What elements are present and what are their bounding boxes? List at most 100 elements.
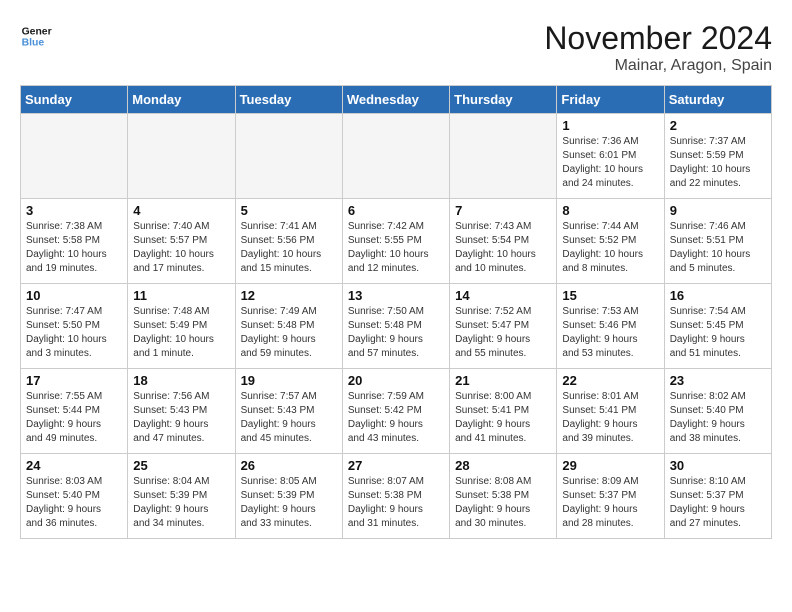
calendar-cell [128,114,235,199]
day-number: 4 [133,203,229,218]
calendar-cell: 22 Sunrise: 8:01 AM Sunset: 5:41 PM Dayli… [557,369,664,454]
calendar-cell: 16Sunrise: 7:54 AM Sunset: 5:45 PM Dayli… [664,284,771,369]
calendar-cell: 21Sunrise: 8:00 AM Sunset: 5:41 PM Dayli… [450,369,557,454]
day-info: Sunrise: 7:40 AM Sunset: 5:57 PM Dayligh… [133,220,229,276]
day-number: 17 [26,373,122,388]
calendar-cell: 13Sunrise: 7:50 AM Sunset: 5:48 PM Dayli… [342,284,449,369]
week-row-5: 24 Sunrise: 8:03 AM Sunset: 5:40 PM Dayli… [21,454,772,539]
calendar-cell [21,114,128,199]
calendar-cell [342,114,449,199]
day-number: 5 [241,203,337,218]
calendar-cell: 30 Sunrise: 8:10 AM Sunset: 5:37 PM Dayli… [664,454,771,539]
day-info: Sunrise: 8:05 AM Sunset: 5:39 PM Dayligh… [241,475,337,531]
day-info: Sunrise: 8:09 AM Sunset: 5:37 PM Dayligh… [562,475,658,531]
day-info: Sunrise: 8:03 AM Sunset: 5:40 PM Dayligh… [26,475,122,531]
header-row: Sunday Monday Tuesday Wednesday Thursday… [21,86,772,114]
calendar-cell: 5 Sunrise: 7:41 AM Sunset: 5:56 PM Daylig… [235,199,342,284]
week-row-1: 1 Sunrise: 7:36 AM Sunset: 6:01 PM Daylig… [21,114,772,199]
calendar-cell: 24 Sunrise: 8:03 AM Sunset: 5:40 PM Dayli… [21,454,128,539]
day-info: Sunrise: 7:59 AM Sunset: 5:42 PM Dayligh… [348,390,444,446]
day-number: 25 [133,458,229,473]
calendar-subtitle: Mainar, Aragon, Spain [544,57,772,75]
day-number: 26 [241,458,337,473]
day-info: Sunrise: 7:38 AM Sunset: 5:58 PM Dayligh… [26,220,122,276]
day-number: 22 [562,373,658,388]
day-number: 19 [241,373,337,388]
week-row-4: 17 Sunrise: 7:55 AM Sunset: 5:44 PM Dayli… [21,369,772,454]
day-info: Sunrise: 7:55 AM Sunset: 5:44 PM Dayligh… [26,390,122,446]
day-info: Sunrise: 7:36 AM Sunset: 6:01 PM Dayligh… [562,135,658,191]
title-area: November 2024 Mainar, Aragon, Spain [544,20,772,75]
day-number: 6 [348,203,444,218]
calendar-cell: 9Sunrise: 7:46 AM Sunset: 5:51 PM Daylig… [664,199,771,284]
calendar-cell: 11Sunrise: 7:48 AM Sunset: 5:49 PM Dayli… [128,284,235,369]
col-monday: Monday [128,86,235,114]
calendar-cell: 15 Sunrise: 7:53 AM Sunset: 5:46 PM Dayli… [557,284,664,369]
week-row-2: 3 Sunrise: 7:38 AM Sunset: 5:58 PM Daylig… [21,199,772,284]
day-number: 14 [455,288,551,303]
day-info: Sunrise: 7:44 AM Sunset: 5:52 PM Dayligh… [562,220,658,276]
day-number: 28 [455,458,551,473]
svg-text:General: General [22,26,52,37]
calendar-cell: 2 Sunrise: 7:37 AM Sunset: 5:59 PM Daylig… [664,114,771,199]
day-info: Sunrise: 8:10 AM Sunset: 5:37 PM Dayligh… [670,475,766,531]
calendar-cell: 20 Sunrise: 7:59 AM Sunset: 5:42 PM Dayli… [342,369,449,454]
day-number: 30 [670,458,766,473]
day-info: Sunrise: 7:47 AM Sunset: 5:50 PM Dayligh… [26,305,122,361]
day-number: 15 [562,288,658,303]
day-number: 20 [348,373,444,388]
calendar-cell: 14 Sunrise: 7:52 AM Sunset: 5:47 PM Dayli… [450,284,557,369]
day-info: Sunrise: 7:56 AM Sunset: 5:43 PM Dayligh… [133,390,229,446]
calendar-cell [235,114,342,199]
day-number: 3 [26,203,122,218]
calendar-cell: 7 Sunrise: 7:43 AM Sunset: 5:54 PM Daylig… [450,199,557,284]
calendar-cell: 3 Sunrise: 7:38 AM Sunset: 5:58 PM Daylig… [21,199,128,284]
day-number: 1 [562,118,658,133]
day-number: 10 [26,288,122,303]
day-number: 2 [670,118,766,133]
col-wednesday: Wednesday [342,86,449,114]
day-number: 7 [455,203,551,218]
calendar-cell: 12 Sunrise: 7:49 AM Sunset: 5:48 PM Dayli… [235,284,342,369]
calendar-cell: 10 Sunrise: 7:47 AM Sunset: 5:50 PM Dayli… [21,284,128,369]
col-saturday: Saturday [664,86,771,114]
calendar-cell: 8 Sunrise: 7:44 AM Sunset: 5:52 PM Daylig… [557,199,664,284]
day-number: 21 [455,373,551,388]
day-info: Sunrise: 7:43 AM Sunset: 5:54 PM Dayligh… [455,220,551,276]
day-info: Sunrise: 8:04 AM Sunset: 5:39 PM Dayligh… [133,475,229,531]
day-info: Sunrise: 7:52 AM Sunset: 5:47 PM Dayligh… [455,305,551,361]
day-info: Sunrise: 8:08 AM Sunset: 5:38 PM Dayligh… [455,475,551,531]
day-info: Sunrise: 8:01 AM Sunset: 5:41 PM Dayligh… [562,390,658,446]
day-number: 27 [348,458,444,473]
day-info: Sunrise: 7:37 AM Sunset: 5:59 PM Dayligh… [670,135,766,191]
day-info: Sunrise: 7:49 AM Sunset: 5:48 PM Dayligh… [241,305,337,361]
calendar-cell: 27Sunrise: 8:07 AM Sunset: 5:38 PM Dayli… [342,454,449,539]
header: General Blue November 2024 Mainar, Arago… [20,20,772,75]
day-info: Sunrise: 7:57 AM Sunset: 5:43 PM Dayligh… [241,390,337,446]
col-friday: Friday [557,86,664,114]
day-number: 9 [670,203,766,218]
day-number: 24 [26,458,122,473]
calendar-cell: 17 Sunrise: 7:55 AM Sunset: 5:44 PM Dayli… [21,369,128,454]
day-number: 12 [241,288,337,303]
day-number: 13 [348,288,444,303]
calendar-cell: 29 Sunrise: 8:09 AM Sunset: 5:37 PM Dayli… [557,454,664,539]
calendar-cell: 23 Sunrise: 8:02 AM Sunset: 5:40 PM Dayli… [664,369,771,454]
day-number: 18 [133,373,229,388]
logo: General Blue [20,20,52,52]
col-sunday: Sunday [21,86,128,114]
calendar-cell: 6 Sunrise: 7:42 AM Sunset: 5:55 PM Daylig… [342,199,449,284]
day-info: Sunrise: 8:02 AM Sunset: 5:40 PM Dayligh… [670,390,766,446]
logo-icon: General Blue [20,20,52,52]
calendar-cell [450,114,557,199]
day-number: 8 [562,203,658,218]
calendar-table: Sunday Monday Tuesday Wednesday Thursday… [20,85,772,539]
day-number: 29 [562,458,658,473]
day-info: Sunrise: 7:53 AM Sunset: 5:46 PM Dayligh… [562,305,658,361]
day-number: 23 [670,373,766,388]
day-info: Sunrise: 7:42 AM Sunset: 5:55 PM Dayligh… [348,220,444,276]
day-info: Sunrise: 7:41 AM Sunset: 5:56 PM Dayligh… [241,220,337,276]
calendar-cell: 25 Sunrise: 8:04 AM Sunset: 5:39 PM Dayli… [128,454,235,539]
day-info: Sunrise: 7:54 AM Sunset: 5:45 PM Dayligh… [670,305,766,361]
calendar-title: November 2024 [544,20,772,57]
